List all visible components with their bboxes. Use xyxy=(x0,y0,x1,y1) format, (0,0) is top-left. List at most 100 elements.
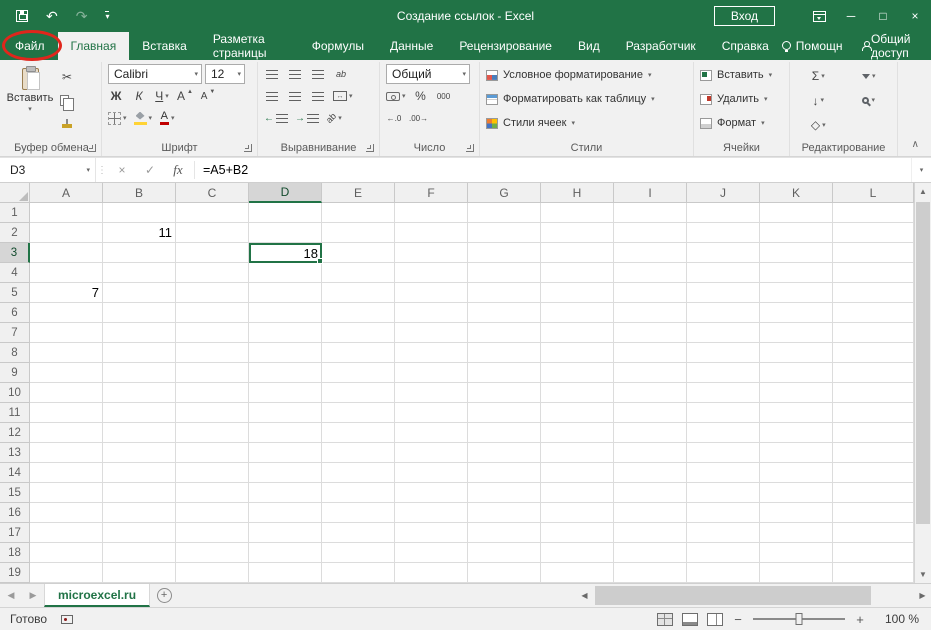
align-middle-button[interactable] xyxy=(287,64,303,84)
row-header-6[interactable]: 6 xyxy=(0,303,30,323)
cell-D10[interactable] xyxy=(249,383,322,403)
row-header-16[interactable]: 16 xyxy=(0,503,30,523)
scroll-left-button[interactable]: ◀ xyxy=(576,584,593,607)
decrease-decimal-button[interactable]: .00→ xyxy=(409,108,428,128)
sheet-tab-active[interactable]: microexcel.ru xyxy=(44,584,151,607)
cell-E5[interactable] xyxy=(322,283,395,303)
cell-E13[interactable] xyxy=(322,443,395,463)
autosum-button[interactable]: Σ ▾ xyxy=(800,66,837,86)
add-sheet-button[interactable]: + xyxy=(150,584,178,607)
cell-J15[interactable] xyxy=(687,483,760,503)
cell-D12[interactable] xyxy=(249,423,322,443)
ribbon-display-options-button[interactable] xyxy=(803,0,835,32)
cell-K17[interactable] xyxy=(760,523,833,543)
cell-D7[interactable] xyxy=(249,323,322,343)
cell-F16[interactable] xyxy=(395,503,468,523)
tab-data[interactable]: Данные xyxy=(377,32,446,60)
cell-A3[interactable] xyxy=(30,243,103,263)
cell-L5[interactable] xyxy=(833,283,914,303)
cell-J10[interactable] xyxy=(687,383,760,403)
cell-G17[interactable] xyxy=(468,523,541,543)
cell-K16[interactable] xyxy=(760,503,833,523)
cell-D13[interactable] xyxy=(249,443,322,463)
cell-K13[interactable] xyxy=(760,443,833,463)
tab-help[interactable]: Справка xyxy=(709,32,782,60)
alignment-dialog-launcher[interactable] xyxy=(366,144,374,152)
cell-J18[interactable] xyxy=(687,543,760,563)
grow-font-button[interactable]: А ▲ xyxy=(177,86,193,106)
accounting-format-button[interactable]: ▾ xyxy=(386,86,406,106)
conditional-formatting-button[interactable]: Условное форматирование ▾ xyxy=(484,63,689,87)
zoom-slider-thumb[interactable] xyxy=(795,613,803,625)
font-color-button[interactable]: А ▾ xyxy=(159,108,175,128)
format-painter-button[interactable] xyxy=(59,113,75,133)
cell-A2[interactable] xyxy=(30,223,103,243)
cell-L10[interactable] xyxy=(833,383,914,403)
tab-page-layout[interactable]: Разметка страницы xyxy=(200,32,299,60)
cell-J13[interactable] xyxy=(687,443,760,463)
cell-L6[interactable] xyxy=(833,303,914,323)
cell-F7[interactable] xyxy=(395,323,468,343)
cell-I8[interactable] xyxy=(614,343,687,363)
cell-F3[interactable] xyxy=(395,243,468,263)
formula-bar-splitter[interactable]: ⋮ xyxy=(96,158,108,182)
cell-D5[interactable] xyxy=(249,283,322,303)
cell-J5[interactable] xyxy=(687,283,760,303)
customize-qat-button[interactable]: ▾ xyxy=(105,11,110,21)
column-header-H[interactable]: H xyxy=(541,183,614,203)
row-header-10[interactable]: 10 xyxy=(0,383,30,403)
cell-I12[interactable] xyxy=(614,423,687,443)
cell-B7[interactable] xyxy=(103,323,176,343)
cell-F11[interactable] xyxy=(395,403,468,423)
formula-bar-expand-button[interactable]: ▾ xyxy=(911,158,931,182)
cell-G3[interactable] xyxy=(468,243,541,263)
scroll-down-button[interactable]: ▼ xyxy=(915,566,931,583)
cell-H1[interactable] xyxy=(541,203,614,223)
cell-H6[interactable] xyxy=(541,303,614,323)
cell-E3[interactable] xyxy=(322,243,395,263)
cell-G5[interactable] xyxy=(468,283,541,303)
horizontal-scroll-track[interactable] xyxy=(593,584,914,607)
cell-L12[interactable] xyxy=(833,423,914,443)
column-header-D[interactable]: D xyxy=(249,183,322,203)
align-bottom-button[interactable] xyxy=(310,64,326,84)
cell-L19[interactable] xyxy=(833,563,914,583)
cell-C15[interactable] xyxy=(176,483,249,503)
formula-input[interactable]: =A5+B2 xyxy=(197,158,911,182)
cell-A18[interactable] xyxy=(30,543,103,563)
cell-A6[interactable] xyxy=(30,303,103,323)
minimize-button[interactable]: ─ xyxy=(835,0,867,32)
cell-G19[interactable] xyxy=(468,563,541,583)
cell-K3[interactable] xyxy=(760,243,833,263)
row-header-3[interactable]: 3 xyxy=(0,243,30,263)
cell-I16[interactable] xyxy=(614,503,687,523)
cell-A11[interactable] xyxy=(30,403,103,423)
cell-L14[interactable] xyxy=(833,463,914,483)
close-button[interactable]: × xyxy=(899,0,931,32)
cell-L15[interactable] xyxy=(833,483,914,503)
cell-H14[interactable] xyxy=(541,463,614,483)
cell-E17[interactable] xyxy=(322,523,395,543)
cell-H11[interactable] xyxy=(541,403,614,423)
cell-I2[interactable] xyxy=(614,223,687,243)
cell-K7[interactable] xyxy=(760,323,833,343)
cell-I13[interactable] xyxy=(614,443,687,463)
cell-G10[interactable] xyxy=(468,383,541,403)
cell-K6[interactable] xyxy=(760,303,833,323)
percent-style-button[interactable]: % xyxy=(413,86,429,106)
cell-D18[interactable] xyxy=(249,543,322,563)
cell-D11[interactable] xyxy=(249,403,322,423)
cell-H12[interactable] xyxy=(541,423,614,443)
row-header-11[interactable]: 11 xyxy=(0,403,30,423)
cell-J3[interactable] xyxy=(687,243,760,263)
horizontal-scroll-thumb[interactable] xyxy=(595,586,872,605)
cell-G12[interactable] xyxy=(468,423,541,443)
column-header-J[interactable]: J xyxy=(687,183,760,203)
row-header-2[interactable]: 2 xyxy=(0,223,30,243)
cell-J4[interactable] xyxy=(687,263,760,283)
cell-A10[interactable] xyxy=(30,383,103,403)
cell-L11[interactable] xyxy=(833,403,914,423)
column-header-C[interactable]: C xyxy=(176,183,249,203)
clipboard-dialog-launcher[interactable] xyxy=(88,144,96,152)
cell-L17[interactable] xyxy=(833,523,914,543)
